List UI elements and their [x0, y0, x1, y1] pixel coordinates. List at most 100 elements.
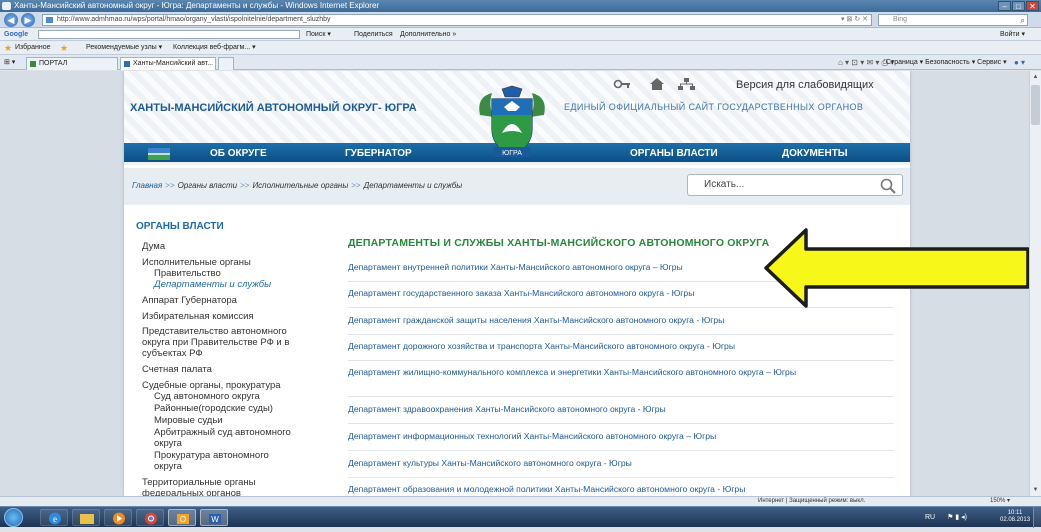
scroll-up-icon[interactable]: ▲ — [1030, 71, 1041, 83]
sidebar-item-arbitration-line2[interactable]: округа — [154, 438, 182, 450]
department-link-it[interactable]: Департамент информационных технологий Ха… — [348, 431, 888, 442]
quick-tabs-icon[interactable]: ⊞ ▾ — [4, 55, 15, 70]
scroll-down-icon[interactable]: ▼ — [1030, 484, 1041, 496]
sidebar-title: ОРГАНЫ ВЛАСТИ — [136, 221, 224, 232]
sidebar-item-magistrates[interactable]: Мировые судьи — [154, 415, 223, 427]
tab-hmao[interactable]: Ханты-Мансийский авт... — [120, 57, 216, 70]
explorer-taskbar-icon[interactable] — [72, 509, 100, 526]
chrome-taskbar-icon[interactable] — [136, 509, 164, 526]
search-icon[interactable] — [880, 178, 896, 194]
nav-authorities[interactable]: ОРГАНЫ ВЛАСТИ — [630, 143, 718, 165]
tab-label: ПОРТАЛ — [39, 60, 68, 67]
tab-portal[interactable]: ПОРТАЛ — [26, 57, 118, 70]
address-controls[interactable]: ▾ ⊠ ↻ ✕ — [841, 15, 868, 25]
status-bar: Интернет | Защищенный режим: выкл. 150% … — [0, 496, 1041, 506]
department-link-healthcare[interactable]: Департамент здравоохранения Ханты-Мансий… — [348, 404, 888, 415]
suggested-sites-link[interactable]: Рекомендуемые узлы ▾ — [86, 41, 162, 55]
address-bar-row: ◀ ▶ http://www.admhmao.ru/wps/portal/hma… — [0, 12, 1041, 28]
divider — [348, 450, 894, 451]
back-button[interactable]: ◀ — [4, 13, 18, 27]
site-title[interactable]: ХАНТЫ-МАНСИЙСКИЙ АВТОНОМНЫЙ ОКРУГ- ЮГРА — [130, 102, 417, 114]
coat-of-arms-emblem[interactable]: ЮГРА — [472, 85, 552, 161]
word-taskbar-icon[interactable]: W — [200, 509, 228, 526]
add-favorite-icon[interactable]: ★ — [60, 41, 68, 55]
divider — [348, 396, 894, 397]
ie-taskbar-icon[interactable]: e — [40, 509, 68, 526]
sidebar-item-okrug-court[interactable]: Суд автономного округа — [154, 391, 260, 403]
svg-text:W: W — [211, 515, 219, 524]
sidebar-item-departments[interactable]: Департаменты и службы — [154, 279, 271, 291]
language-indicator[interactable]: RU — [925, 514, 935, 521]
department-link-roads-transport[interactable]: Департамент дорожного хозяйства и трансп… — [348, 341, 888, 352]
nav-about-okrug[interactable]: ОБ ОКРУГЕ — [210, 143, 267, 165]
maximize-button[interactable]: □ — [1012, 1, 1025, 11]
department-link-civil-defense[interactable]: Департамент гражданской защиты населения… — [348, 315, 888, 326]
page-icon — [46, 17, 53, 23]
zoom-level[interactable]: 150% ▾ — [990, 497, 1010, 506]
start-button[interactable] — [4, 508, 23, 527]
department-link-culture[interactable]: Департамент культуры Ханты-Мансийского а… — [348, 458, 888, 469]
breadcrumb-separator: >> — [351, 181, 361, 190]
outlook-taskbar-icon[interactable]: O — [168, 509, 196, 526]
sidebar-item-territorial-line2[interactable]: федеральных органов — [142, 488, 241, 496]
accessibility-version-link[interactable]: Версия для слабовидящих — [736, 79, 874, 91]
google-share-button[interactable]: Поделиться — [354, 28, 393, 41]
close-button[interactable]: ✕ — [1026, 1, 1039, 11]
search-icon[interactable]: ⌕ — [1021, 15, 1025, 27]
command-bar[interactable]: Страница ▾ Безопасность ▾ Сервис ▾ — [886, 55, 1007, 70]
clock-time: 10:11 — [1007, 510, 1023, 516]
divider — [348, 477, 894, 478]
tab-favicon — [30, 61, 36, 67]
browser-tabs-row: ⊞ ▾ ПОРТАЛ Ханты-Мансийский авт... ⌂ ▾ ⊡… — [0, 55, 1041, 70]
department-link-education[interactable]: Департамент образования и молодежной пол… — [348, 484, 888, 495]
help-icon[interactable]: ● ▾ — [1014, 55, 1025, 70]
sidebar-item-district-courts[interactable]: Районные(городские суды) — [154, 403, 273, 415]
site-search-input[interactable]: Искать... — [687, 174, 903, 196]
department-link-housing-energy[interactable]: Департамент жилищно-коммунального компле… — [348, 367, 888, 378]
home-icon[interactable] — [650, 78, 664, 90]
official-site-subtitle: ЕДИНЫЙ ОФИЦИАЛЬНЫЙ САЙТ ГОСУДАРСТВЕННЫХ … — [564, 102, 864, 112]
minimize-button[interactable]: – — [998, 1, 1011, 11]
key-icon[interactable] — [613, 79, 631, 89]
svg-text:e: e — [53, 514, 57, 524]
sidebar-item-representation-line3[interactable]: субъектах РФ — [142, 348, 203, 360]
new-tab-button[interactable] — [218, 57, 234, 70]
security-zone-text: Интернет | Защищенный режим: выкл. — [758, 498, 866, 504]
bing-placeholder: Bing — [893, 16, 908, 23]
tray-icons[interactable]: ⚑ ▮ ◂) — [947, 514, 967, 521]
breadcrumb-authorities[interactable]: Органы власти — [178, 181, 237, 190]
web-slice-gallery-link[interactable]: Коллекция веб-фрагм... ▾ — [173, 41, 256, 55]
google-logo: Google — [4, 31, 29, 38]
sitemap-icon[interactable] — [678, 78, 695, 90]
sidebar-item-accounts-chamber[interactable]: Счетная палата — [142, 364, 212, 376]
address-input[interactable]: http://www.admhmao.ru/wps/portal/hmao/or… — [42, 14, 872, 26]
breadcrumb-current: Департаменты и службы — [363, 181, 463, 190]
google-more-button[interactable]: Дополнительно » — [400, 28, 456, 41]
svg-text:O: O — [180, 515, 186, 524]
scroll-thumb[interactable] — [1031, 85, 1040, 125]
page-viewport: Версия для слабовидящих ХАНТЫ-МАНСИЙСКИЙ… — [0, 71, 1041, 496]
forward-button[interactable]: ▶ — [21, 13, 35, 27]
sidebar-item-governor-office[interactable]: Аппарат Губернатора — [142, 295, 237, 307]
ie-icon — [2, 2, 11, 10]
divider — [348, 360, 894, 361]
sidebar-item-duma[interactable]: Дума — [142, 241, 165, 253]
google-search-button[interactable]: Поиск ▾ — [306, 28, 331, 41]
sidebar-item-prosecutor-line2[interactable]: округа — [154, 461, 182, 473]
breadcrumb-home[interactable]: Главная — [132, 181, 162, 190]
favorites-button[interactable]: Избранное — [15, 41, 50, 55]
clock[interactable]: 10:11 02.08.2013 — [1000, 510, 1030, 524]
divider — [348, 334, 894, 335]
google-signin-button[interactable]: Войти ▾ — [1000, 28, 1025, 41]
sidebar-item-election-commission[interactable]: Избирательная комиссия — [142, 311, 254, 323]
breadcrumb: Главная >> Органы власти >> Исполнительные о… — [132, 181, 462, 190]
breadcrumb-executive[interactable]: Исполнительные органы — [252, 181, 348, 190]
show-desktop-button[interactable] — [1033, 507, 1041, 528]
nav-documents[interactable]: ДОКУМЕНТЫ — [782, 143, 848, 165]
media-player-taskbar-icon[interactable] — [104, 509, 132, 526]
breadcrumb-bar: Главная >> Органы власти >> Исполнительные о… — [124, 168, 910, 205]
google-search-input[interactable] — [38, 30, 300, 39]
vertical-scrollbar[interactable]: ▲ ▼ — [1029, 71, 1041, 496]
nav-governor[interactable]: ГУБЕРНАТОР — [345, 143, 412, 165]
bing-search-input[interactable]: Bing ⌕ — [878, 14, 1028, 26]
